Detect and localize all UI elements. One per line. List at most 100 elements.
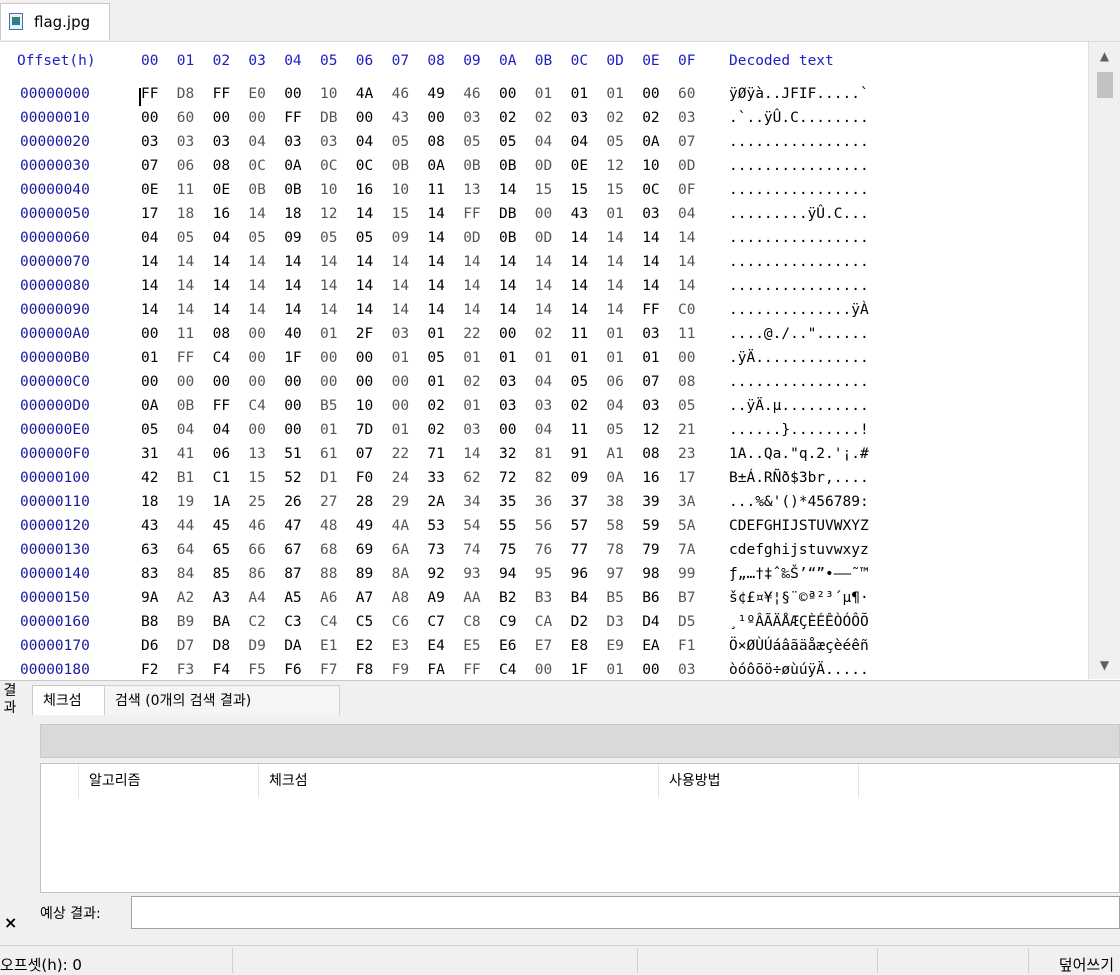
decoded-text[interactable]: ƒ„…†‡ˆ‰Š’“”•–—˜™ (729, 566, 869, 582)
hex-byte[interactable]: 00 (392, 398, 409, 414)
hex-byte[interactable]: B9 (177, 614, 194, 630)
hex-byte[interactable]: 01 (606, 206, 623, 222)
hex-byte[interactable]: F2 (141, 662, 158, 678)
hex-byte[interactable]: 18 (284, 206, 301, 222)
hex-byte[interactable]: 00 (499, 86, 516, 102)
hex-byte[interactable]: C0 (678, 302, 695, 318)
hex-byte[interactable]: 37 (571, 494, 588, 510)
hex-byte[interactable]: 23 (678, 446, 695, 462)
hex-byte[interactable]: C8 (463, 614, 480, 630)
hex-byte[interactable]: 46 (248, 518, 265, 534)
hex-byte[interactable]: 41 (177, 446, 194, 462)
hex-byte[interactable]: 14 (678, 278, 695, 294)
hex-byte[interactable]: 07 (141, 158, 158, 174)
vertical-scrollbar[interactable]: ▲ ▼ (1088, 42, 1120, 679)
hex-byte[interactable]: 60 (177, 110, 194, 126)
hex-byte[interactable]: FF (463, 662, 480, 678)
hex-byte[interactable]: 00 (499, 326, 516, 342)
hex-byte[interactable]: 0E (213, 182, 230, 198)
hex-byte[interactable]: 28 (356, 494, 373, 510)
hex-byte[interactable]: A2 (177, 590, 194, 606)
hex-byte[interactable]: 0D (678, 158, 695, 174)
hex-byte[interactable]: 00 (284, 398, 301, 414)
hex-byte[interactable]: 14 (141, 302, 158, 318)
expected-result-input[interactable] (131, 896, 1120, 929)
hex-byte[interactable]: 32 (499, 446, 516, 462)
hex-byte[interactable]: 0B (284, 182, 301, 198)
hex-byte[interactable]: 01 (499, 350, 516, 366)
hex-byte[interactable]: 15 (248, 470, 265, 486)
hex-byte[interactable]: 98 (642, 566, 659, 582)
hex-byte[interactable]: D1 (320, 470, 337, 486)
hex-byte[interactable]: 10 (642, 158, 659, 174)
hex-byte[interactable]: C6 (392, 614, 409, 630)
hex-byte[interactable]: 14 (499, 302, 516, 318)
hex-byte[interactable]: 10 (392, 182, 409, 198)
hex-byte[interactable]: 0A (141, 398, 158, 414)
hex-byte[interactable]: 15 (392, 206, 409, 222)
hex-byte[interactable]: 0C (248, 158, 265, 174)
decoded-text[interactable]: ¸¹ºÂÃÄÅÆÇÈÉÊÒÓÔÕ (729, 614, 869, 630)
hex-byte[interactable]: 65 (213, 542, 230, 558)
hex-byte[interactable]: 01 (427, 326, 444, 342)
hex-byte[interactable]: 03 (678, 662, 695, 678)
hex-byte[interactable]: 94 (499, 566, 516, 582)
hex-byte[interactable]: 64 (177, 542, 194, 558)
hex-byte[interactable]: 14 (678, 230, 695, 246)
hex-byte[interactable]: 16 (213, 206, 230, 222)
hex-byte[interactable]: 52 (284, 470, 301, 486)
hex-byte[interactable]: 18 (177, 206, 194, 222)
decoded-text[interactable]: cdefghijstuvwxyz (729, 542, 869, 558)
hex-byte[interactable]: 89 (356, 566, 373, 582)
hex-byte[interactable]: 34 (463, 494, 480, 510)
hex-byte[interactable]: 61 (320, 446, 337, 462)
hex-byte[interactable]: 10 (320, 182, 337, 198)
hex-byte[interactable]: 15 (606, 182, 623, 198)
hex-byte[interactable]: 35 (499, 494, 516, 510)
hex-byte[interactable]: 14 (463, 302, 480, 318)
hex-byte[interactable]: E6 (499, 638, 516, 654)
hex-byte[interactable]: 39 (642, 494, 659, 510)
decoded-text[interactable]: 1A..Qa."q.2.'¡.# (729, 446, 869, 462)
decoded-text[interactable]: .ÿÄ............. (729, 350, 869, 366)
hex-byte[interactable]: 16 (642, 470, 659, 486)
hex-byte[interactable]: 11 (177, 326, 194, 342)
hex-byte[interactable]: D8 (177, 86, 194, 102)
hex-byte[interactable]: 9A (141, 590, 158, 606)
hex-byte[interactable]: 17 (141, 206, 158, 222)
decoded-text[interactable]: ................ (729, 182, 869, 198)
hex-byte[interactable]: 02 (642, 110, 659, 126)
hex-byte[interactable]: B8 (141, 614, 158, 630)
hex-byte[interactable]: 09 (571, 470, 588, 486)
hex-byte[interactable]: 14 (571, 302, 588, 318)
hex-byte[interactable]: 11 (571, 326, 588, 342)
hex-byte[interactable]: EA (642, 638, 659, 654)
hex-byte[interactable]: 2A (427, 494, 444, 510)
decoded-text[interactable]: ......}........! (729, 422, 869, 438)
hex-byte[interactable]: FF (141, 86, 158, 102)
hex-byte[interactable]: 84 (177, 566, 194, 582)
hex-byte[interactable]: 12 (320, 206, 337, 222)
scrollbar-thumb[interactable] (1097, 72, 1113, 98)
hex-byte[interactable]: 05 (499, 134, 516, 150)
hex-byte[interactable]: 95 (535, 566, 552, 582)
hex-byte[interactable]: 87 (284, 566, 301, 582)
hex-byte[interactable]: 02 (463, 374, 480, 390)
hex-byte[interactable]: 04 (535, 374, 552, 390)
hex-byte[interactable]: 14 (392, 302, 409, 318)
hex-byte[interactable]: 00 (535, 206, 552, 222)
hex-byte[interactable]: F8 (356, 662, 373, 678)
hex-byte[interactable]: 0E (571, 158, 588, 174)
hex-byte[interactable]: 38 (606, 494, 623, 510)
hex-byte[interactable]: 14 (392, 254, 409, 270)
hex-byte[interactable]: F3 (177, 662, 194, 678)
hex-byte[interactable]: 00 (642, 86, 659, 102)
hex-byte[interactable]: AA (463, 590, 480, 606)
hex-byte[interactable]: 3A (678, 494, 695, 510)
hex-byte[interactable]: 00 (213, 110, 230, 126)
hex-byte[interactable]: 04 (535, 422, 552, 438)
hex-byte[interactable]: 0B (392, 158, 409, 174)
hex-byte[interactable]: 63 (141, 542, 158, 558)
decoded-text[interactable]: ................ (729, 134, 869, 150)
hex-byte[interactable]: D3 (606, 614, 623, 630)
